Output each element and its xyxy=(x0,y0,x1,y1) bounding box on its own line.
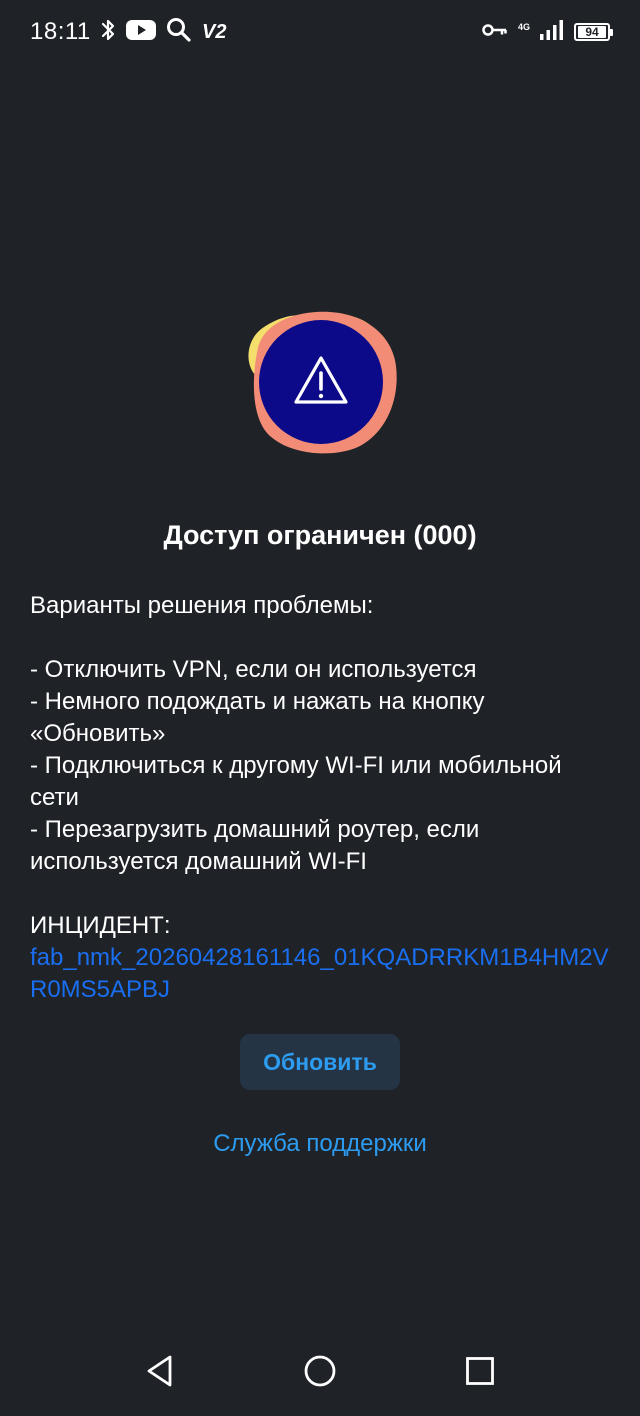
solutions-header: Варианты решения проблемы: xyxy=(30,592,374,619)
error-screen: 18:11 V2 4G 94 Доступ ограничен (000) Ва… xyxy=(0,0,640,1416)
back-icon xyxy=(147,1355,172,1387)
status-time: 18:11 xyxy=(30,18,91,45)
support-link[interactable]: Служба поддержки xyxy=(0,1130,640,1158)
back-button[interactable] xyxy=(130,1336,190,1406)
navigation-bar xyxy=(0,1336,640,1406)
solution-item: - Отключить VPN, если он используется xyxy=(30,656,477,683)
home-icon xyxy=(304,1355,336,1387)
youtube-icon xyxy=(126,19,156,46)
solution-item: - Подключиться к другому WI-FI или мобил… xyxy=(30,752,562,811)
status-bar: 18:11 V2 4G 94 xyxy=(0,0,640,64)
warning-illustration xyxy=(240,308,400,456)
vpn-key-icon xyxy=(482,22,508,43)
status-left-icons: V2 xyxy=(100,17,227,48)
home-button[interactable] xyxy=(290,1336,350,1406)
battery-level: 94 xyxy=(578,26,606,38)
incident-id[interactable]: fab_nmk_20260428161146_01KQADRRKM1B4HM2V… xyxy=(30,942,610,1006)
refresh-button[interactable]: Обновить xyxy=(240,1034,400,1090)
incident-label: ИНЦИДЕНТ: xyxy=(30,912,171,939)
battery-icon: 94 xyxy=(574,23,613,41)
v2-indicator: V2 xyxy=(202,20,227,43)
search-icon xyxy=(166,17,192,48)
bluetooth-icon xyxy=(100,18,116,47)
error-title: Доступ ограничен (000) xyxy=(163,520,477,550)
status-right-icons: 4G 94 xyxy=(482,18,613,46)
recents-button[interactable] xyxy=(450,1336,510,1406)
recents-icon xyxy=(466,1357,494,1385)
solution-item: - Перезагрузить домашний роутер, если ис… xyxy=(30,816,480,875)
solution-item: - Немного подождать и нажать на кнопку «… xyxy=(30,688,485,747)
signal-icon xyxy=(540,19,564,46)
error-body: Варианты решения проблемы: - Отключить V… xyxy=(30,590,610,1006)
network-type: 4G xyxy=(517,22,530,32)
